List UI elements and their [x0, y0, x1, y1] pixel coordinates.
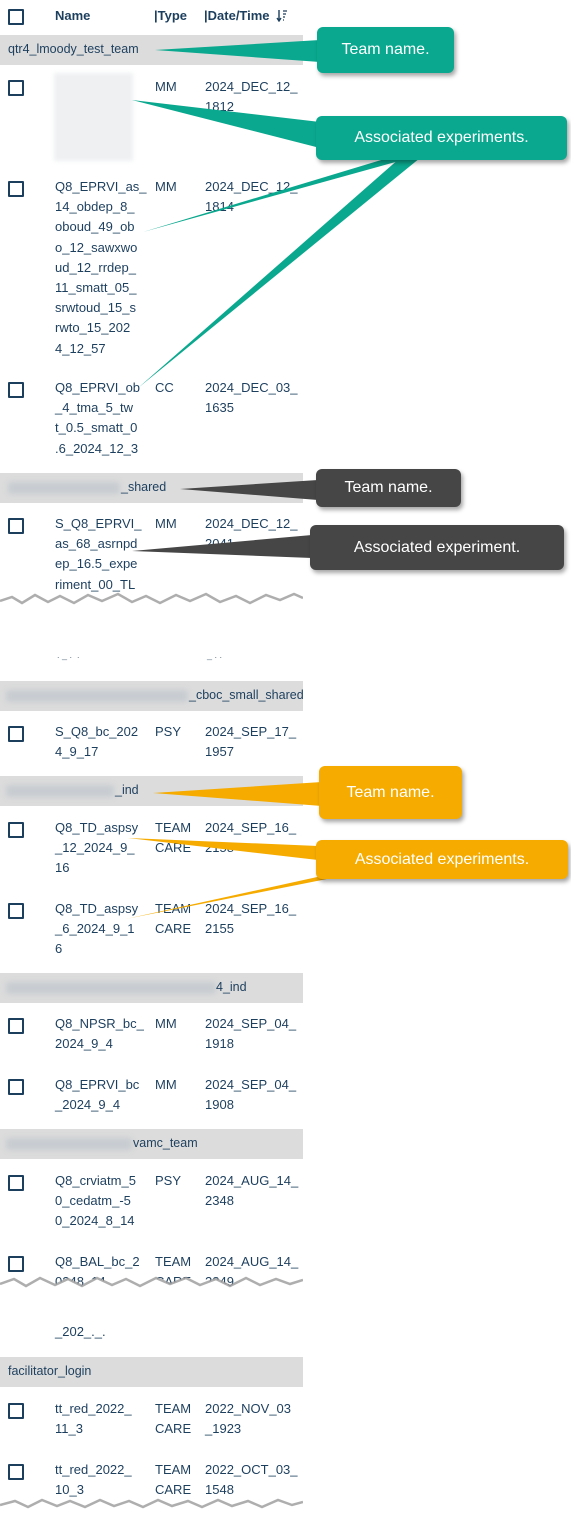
callout-pointer	[132, 535, 312, 558]
callout-pointers	[126, 40, 420, 919]
callout-team-name: Team name.	[317, 27, 454, 73]
callout-associated-experiments: Associated experiments.	[316, 116, 567, 160]
callout-text: Associated experiments.	[354, 129, 529, 146]
callout-team-name: Team name.	[319, 766, 462, 819]
callout-pointer	[155, 40, 320, 62]
callout-text: Associated experiment.	[353, 538, 521, 556]
callout-text: Associated experiments.	[354, 850, 530, 868]
callout-team-name: Team name.	[316, 469, 461, 507]
callout-pointer	[132, 100, 320, 148]
callout-associated-experiments: Associated experiments.	[316, 840, 568, 879]
callout-pointer	[126, 872, 362, 919]
callout-pointer	[180, 480, 318, 500]
callout-text: Team name.	[344, 479, 433, 496]
callout-pointer	[128, 838, 318, 860]
callout-text: Team name.	[346, 783, 435, 801]
callout-associated-experiment: Associated experiment.	[310, 525, 564, 570]
callout-text: Team name.	[341, 41, 430, 58]
callout-pointer	[153, 782, 322, 806]
